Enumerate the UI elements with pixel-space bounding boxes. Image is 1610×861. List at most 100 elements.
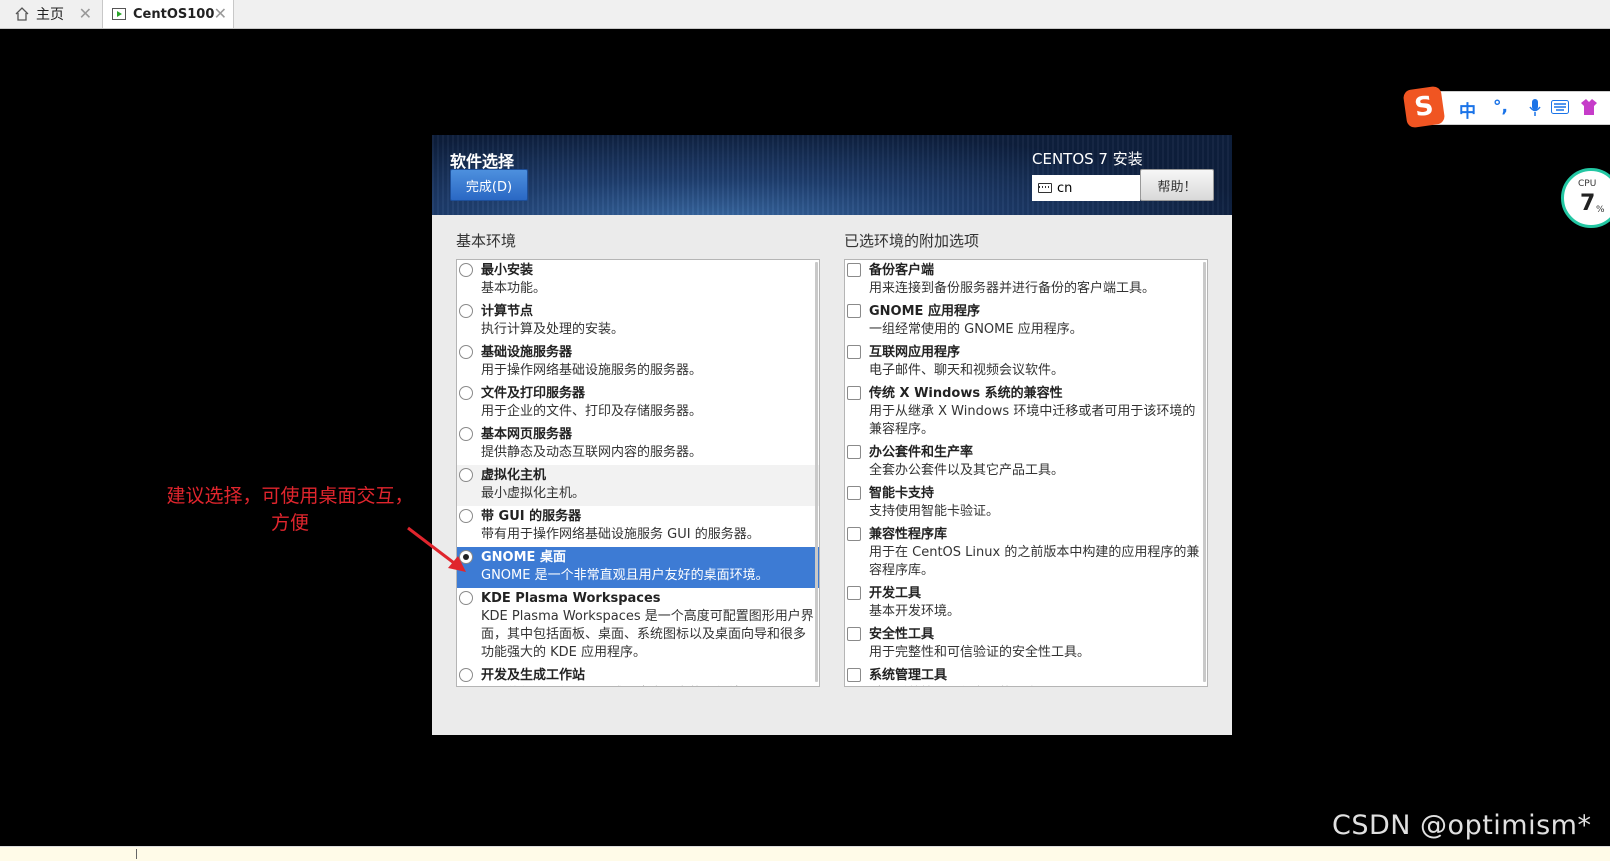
radio-button[interactable]: [459, 668, 473, 682]
list-item[interactable]: 互联网应用程序电子邮件、聊天和视频会议软件。: [845, 342, 1207, 383]
list-item[interactable]: 传统 X Windows 系统的兼容性用于从继承 X Windows 环境中迁移…: [845, 383, 1207, 442]
checkbox[interactable]: [847, 527, 861, 541]
item-title: 互联网应用程序: [869, 345, 961, 360]
radio-button[interactable]: [459, 263, 473, 277]
item-description: 电子邮件、聊天和视频会议软件。: [869, 363, 1065, 378]
list-item[interactable]: 文件及打印服务器用于企业的文件、打印及存储服务器。: [457, 383, 819, 424]
base-env-label: 基本环境: [456, 232, 517, 250]
checkbox[interactable]: [847, 386, 861, 400]
addons-list[interactable]: 备份客户端 用来连接到备份服务器并进行备份的客户端工具。 GNOME 应用程序 一组经…: [844, 259, 1208, 687]
home-icon: [15, 7, 29, 21]
annotation-text: 建议选择，可使用桌面交互，方便: [166, 485, 414, 534]
checkbox[interactable]: [847, 668, 861, 682]
list-item[interactable]: 办公套件和生产率全套办公套件以及其它产品工具。: [845, 442, 1207, 483]
list-item[interactable]: 开发及生成工作站用于软件、硬件、图形或者内容开发的工作站。: [457, 665, 819, 686]
item-title: 开发工具: [869, 586, 922, 601]
ime-punct[interactable]: °,: [1493, 97, 1508, 117]
item-title: GNOME 桌面: [481, 550, 566, 565]
item-description: 用于完整性和可信验证的安全性工具。: [869, 645, 1091, 660]
radio-button[interactable]: [459, 468, 473, 482]
base-env-list[interactable]: 最小安装 基本功能。计算节点执行计算及处理的安装。基础设施服务器 用于操作网络基础设…: [456, 259, 820, 687]
radio-button[interactable]: [459, 509, 473, 523]
list-item[interactable]: 开发工具基本开发环境。: [845, 583, 1207, 624]
radio-button[interactable]: [459, 304, 473, 318]
list-item[interactable]: 安全性工具用于完整性和可信验证的安全性工具。: [845, 624, 1207, 665]
list-item[interactable]: 最小安装 基本功能。: [457, 260, 819, 301]
tab-vm-label: CentOS100: [133, 6, 215, 22]
checkbox[interactable]: [847, 445, 861, 459]
list-item[interactable]: 基础设施服务器 用于操作网络基础设施服务的服务器。: [457, 342, 819, 383]
item-title: 传统 X Windows 系统的兼容性: [869, 386, 1063, 401]
tab-home[interactable]: 主页 ✕: [6, 0, 98, 28]
item-title: 兼容性程序库: [869, 527, 948, 542]
radio-button[interactable]: [459, 591, 473, 605]
item-description: 提供静态及动态互联网内容的服务器。: [481, 445, 703, 460]
list-item[interactable]: GNOME 应用程序一组经常使用的 GNOME 应用程序。: [845, 301, 1207, 342]
item-description: 全套办公套件以及其它产品工具。: [869, 463, 1065, 478]
item-description: 支持使用智能卡验证。: [869, 504, 1000, 519]
list-item[interactable]: GNOME 桌面 GNOME 是一个非常直观且用户友好的桌面环境。: [457, 547, 819, 588]
keyboard-layout-field[interactable]: cn: [1032, 175, 1140, 201]
keyboard-icon[interactable]: [1551, 100, 1569, 114]
list-item[interactable]: 智能卡支持支持使用智能卡验证。: [845, 483, 1207, 524]
vm-icon: [112, 8, 126, 20]
item-description: 带有用于操作网络基础设施服务 GUI 的服务器。: [481, 527, 760, 542]
list-item[interactable]: 备份客户端 用来连接到备份服务器并进行备份的客户端工具。: [845, 260, 1207, 301]
item-description: 用于企业的文件、打印及存储服务器。: [481, 404, 703, 419]
close-icon[interactable]: ✕: [79, 4, 92, 23]
microphone-icon[interactable]: [1529, 99, 1541, 117]
ime-lang[interactable]: 中: [1459, 97, 1476, 122]
checkbox[interactable]: [847, 263, 861, 277]
radio-button[interactable]: [459, 386, 473, 400]
item-description: 一组经常使用的 GNOME 应用程序。: [869, 322, 1083, 337]
item-title: 系统管理工具: [869, 668, 948, 683]
radio-button[interactable]: [459, 427, 473, 441]
tab-vm[interactable]: CentOS100 ✕: [102, 0, 234, 28]
close-icon[interactable]: ✕: [214, 4, 227, 23]
item-description: 用于操作网络基础设施服务的服务器。: [481, 363, 703, 378]
item-title: 开发及生成工作站: [481, 668, 586, 683]
watermark: CSDN @optimism*: [1332, 810, 1592, 841]
help-button[interactable]: 帮助！: [1140, 169, 1214, 201]
skin-icon[interactable]: [1579, 97, 1599, 117]
list-item[interactable]: 系统管理工具对于系统管理员很有用的程序。: [845, 665, 1207, 686]
item-title: KDE Plasma Workspaces: [481, 591, 661, 606]
item-title: 智能卡支持: [869, 486, 935, 501]
list-item[interactable]: 兼容性程序库用于在 CentOS Linux 的之前版本中构建的应用程序的兼容程…: [845, 524, 1207, 583]
checkbox[interactable]: [847, 486, 861, 500]
item-description: 用于在 CentOS Linux 的之前版本中构建的应用程序的兼容程序库。: [869, 545, 1200, 578]
item-title: 办公套件和生产率: [869, 445, 974, 460]
item-description: 用于从继承 X Windows 环境中迁移或者可用于该环境的兼容程序。: [869, 404, 1196, 437]
checkbox[interactable]: [847, 304, 861, 318]
list-item[interactable]: 带 GUI 的服务器 带有用于操作网络基础设施服务 GUI 的服务器。: [457, 506, 819, 547]
done-button[interactable]: 完成(D): [450, 169, 528, 201]
item-description: 执行计算及处理的安装。: [481, 322, 625, 337]
item-title: GNOME 应用程序: [869, 304, 980, 319]
list-item[interactable]: KDE Plasma Workspaces KDE Plasma Workspac…: [457, 588, 819, 665]
tab-bar: 主页 ✕ CentOS100 ✕: [0, 0, 1610, 29]
item-title: 备份客户端: [869, 263, 935, 278]
radio-button[interactable]: [459, 345, 473, 359]
list-item[interactable]: 虚拟化主机 最小虚拟化主机。: [457, 465, 819, 506]
item-title: 安全性工具: [869, 627, 935, 642]
cpu-label: CPU: [1578, 179, 1597, 189]
annotation-arrow: [407, 526, 466, 572]
list-item[interactable]: 基本网页服务器 提供静态及动态互联网内容的服务器。: [457, 424, 819, 465]
item-title: 虚拟化主机: [481, 468, 547, 483]
cpu-unit: %: [1596, 205, 1605, 215]
checkbox[interactable]: [847, 345, 861, 359]
dialog-header: 软件选择 完成(D) CENTOS 7 安装 cn 帮助！: [432, 135, 1232, 215]
scrollbar[interactable]: [815, 262, 818, 682]
scrollbar[interactable]: [1203, 262, 1206, 682]
ime-toolbar[interactable]: S 中 °,: [1402, 85, 1610, 129]
tab-home-label: 主页: [36, 7, 64, 23]
item-description: KDE Plasma Workspaces 是一个高度可配置图形用户界面，其中包…: [481, 609, 814, 660]
item-title: 文件及打印服务器: [481, 386, 586, 401]
item-title: 计算节点: [481, 304, 534, 319]
checkbox[interactable]: [847, 586, 861, 600]
keyboard-layout-value: cn: [1057, 180, 1073, 196]
checkbox[interactable]: [847, 627, 861, 641]
status-bar: [0, 846, 1610, 861]
item-description: 基本开发环境。: [869, 604, 961, 619]
list-item[interactable]: 计算节点执行计算及处理的安装。: [457, 301, 819, 342]
